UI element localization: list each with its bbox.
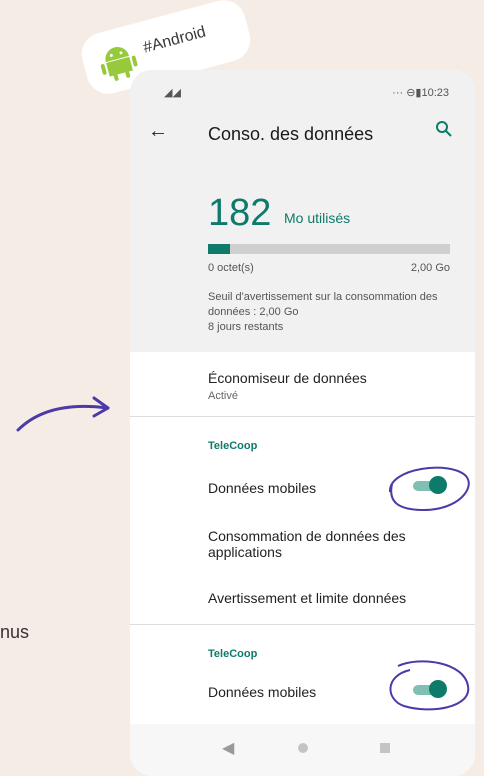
divider bbox=[130, 624, 475, 625]
phone-screen: ◢◢ ··· ⊖▮10:23 ← Conso. des données 182 … bbox=[130, 70, 475, 776]
usage-max-label: 2,00 Go bbox=[410, 262, 450, 274]
usage-unit: Mo utilisés bbox=[284, 210, 351, 226]
app-usage-label: Consommation de données des applications bbox=[208, 528, 406, 560]
nav-back-icon[interactable]: ◀ bbox=[222, 738, 234, 758]
usage-warning: Seuil d'avertissement sur la consommatio… bbox=[208, 290, 458, 335]
system-nav-bar: ◀ bbox=[130, 724, 475, 776]
app-bar: ← Conso. des données bbox=[130, 106, 475, 162]
nav-home-icon[interactable] bbox=[298, 743, 308, 753]
usage-min-label: 0 octet(s) bbox=[208, 262, 254, 274]
side-text: nus bbox=[0, 622, 30, 642]
annotation-arrow-icon bbox=[16, 396, 110, 432]
data-saver-item[interactable]: Économiseur de données Activé bbox=[208, 370, 468, 402]
nav-recent-icon[interactable] bbox=[380, 743, 390, 753]
warning-limit-item[interactable]: Avertissement et limite données bbox=[208, 590, 468, 606]
section-header-telecoop-1: TeleCoop bbox=[208, 440, 258, 452]
usage-progress-bar bbox=[208, 244, 450, 254]
android-hashtag: #Android bbox=[141, 23, 208, 57]
usage-progress-fill bbox=[208, 244, 230, 254]
annotation-circle-icon bbox=[389, 660, 470, 711]
back-arrow-icon[interactable]: ← bbox=[148, 120, 168, 143]
usage-summary: 182 Mo utilisés 0 octet(s) 2,00 Go Seuil… bbox=[130, 162, 475, 352]
days-left: 8 jours restants bbox=[208, 321, 284, 333]
divider bbox=[130, 416, 475, 417]
warning-limit-label: Avertissement et limite données bbox=[208, 590, 407, 606]
data-saver-status: Activé bbox=[208, 390, 238, 402]
status-right: ··· ⊖▮10:23 bbox=[392, 87, 449, 99]
signal-icon: ◢◢ bbox=[164, 87, 181, 99]
app-usage-item[interactable]: Consommation de données des applications bbox=[208, 528, 468, 560]
annotation-circle-icon bbox=[388, 466, 470, 512]
data-saver-label: Économiseur de données bbox=[208, 370, 367, 386]
warning-text: Seuil d'avertissement sur la consommatio… bbox=[208, 291, 438, 318]
search-icon[interactable] bbox=[435, 120, 453, 138]
section-header-telecoop-2: TeleCoop bbox=[208, 648, 258, 660]
usage-amount: 182 bbox=[208, 192, 272, 234]
page-title: Conso. des données bbox=[208, 124, 374, 144]
status-bar: ◢◢ ··· ⊖▮10:23 bbox=[130, 70, 475, 106]
